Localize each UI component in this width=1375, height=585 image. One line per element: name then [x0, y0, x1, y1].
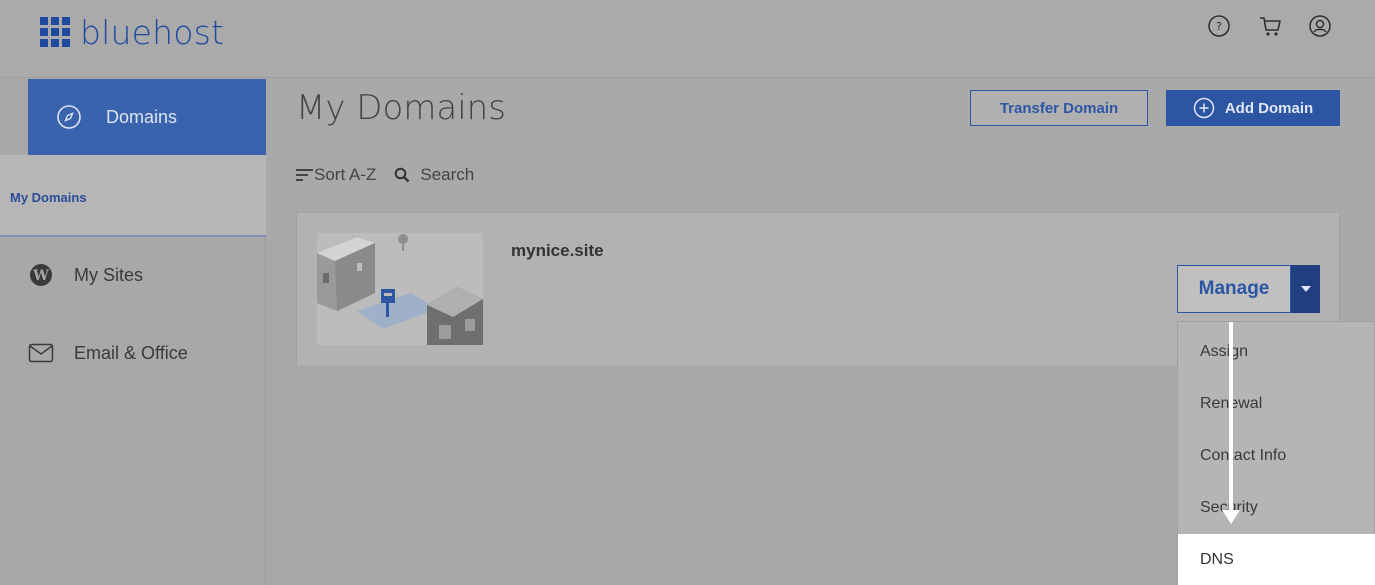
envelope-icon: [28, 343, 54, 363]
brand-logo[interactable]: bluehost: [40, 12, 224, 52]
brand-name: bluehost: [80, 12, 225, 52]
sidebar-item-label: My Sites: [74, 264, 144, 285]
search-button[interactable]: Search: [394, 165, 474, 185]
domain-illustration: [317, 233, 483, 345]
sidebar-item-my-sites[interactable]: W My Sites: [28, 255, 143, 295]
page-title: My Domains: [296, 88, 506, 128]
cart-icon[interactable]: [1256, 12, 1284, 40]
add-domain-button[interactable]: Add Domain: [1166, 90, 1340, 126]
sidebar-item-domains[interactable]: Domains: [28, 79, 266, 155]
domain-name[interactable]: mynice.site: [511, 241, 604, 261]
add-domain-label: Add Domain: [1224, 99, 1314, 117]
compass-icon: [57, 105, 81, 129]
manage-split-button[interactable]: Manage: [1177, 265, 1320, 313]
menu-item-security[interactable]: Security: [1178, 482, 1375, 534]
menu-item-dns[interactable]: DNS: [1178, 534, 1375, 585]
manage-dropdown-menu: Assign Renewal Contact Info Security DNS: [1177, 321, 1375, 585]
sort-icon: [296, 169, 313, 181]
caret-down-icon: [1300, 286, 1311, 292]
sidebar-item-label: Domains: [106, 106, 178, 127]
plus-circle-icon: [1193, 97, 1215, 119]
account-icon[interactable]: [1306, 12, 1334, 40]
sidebar: Domains W My Sites Email & Office: [0, 79, 266, 585]
sidebar-item-email-office[interactable]: Email & Office: [28, 333, 188, 373]
annotation-arrow-line: [1229, 322, 1233, 512]
wordpress-icon: W: [30, 264, 52, 286]
grid-logo-icon: [40, 17, 70, 47]
search-icon: [395, 167, 410, 183]
annotation-arrow-head: [1222, 510, 1240, 524]
menu-item-contact-info[interactable]: Contact Info: [1178, 430, 1375, 482]
svg-text:W: W: [32, 268, 49, 284]
transfer-domain-button[interactable]: Transfer Domain: [970, 90, 1148, 126]
menu-item-assign[interactable]: Assign: [1178, 326, 1375, 378]
svg-text:?: ?: [1216, 20, 1222, 33]
search-label: Search: [420, 165, 475, 184]
menu-item-renewal[interactable]: Renewal: [1178, 378, 1375, 430]
manage-button[interactable]: Manage: [1177, 265, 1291, 313]
sidebar-item-my-domains[interactable]: My Domains: [10, 190, 87, 205]
sidebar-item-label: Email & Office: [74, 342, 188, 363]
manage-dropdown-toggle[interactable]: [1291, 265, 1320, 313]
domain-toolbar: Sort A-Z Search: [296, 160, 474, 190]
top-header: bluehost ?: [0, 0, 1375, 78]
sort-label: Sort A-Z: [314, 165, 377, 184]
sort-button[interactable]: Sort A-Z: [296, 165, 376, 185]
help-icon[interactable]: ?: [1205, 12, 1233, 40]
